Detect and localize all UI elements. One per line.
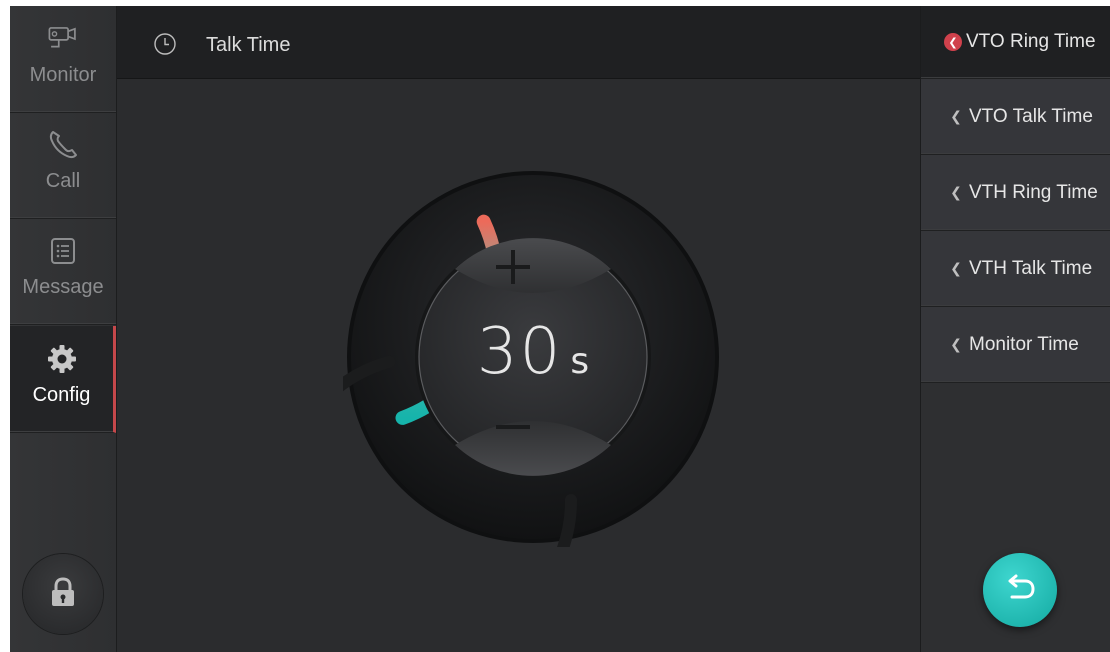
camera-icon [46,22,80,56]
lock-icon [50,576,76,612]
talk-time-value: 30 s [343,315,723,389]
chevron-left-icon: ❮ [950,108,962,124]
sidebar-item-config[interactable]: Config [10,326,116,433]
sidebar-item-call[interactable]: Call [10,112,116,219]
settings-menu: ❮ VTO Ring Time ❮ VTO Talk Time ❮ VTH Ri… [920,6,1110,652]
message-list-icon [46,234,80,268]
lock-button[interactable] [23,554,103,634]
sidebar-item-label: Call [45,170,81,192]
page-header: Talk Time [117,6,920,79]
sidebar: Monitor Call Message Config [10,6,117,652]
increase-button[interactable] [493,247,573,297]
sidebar-item-label: Monitor [29,64,97,86]
chevron-left-icon: ❮ [944,33,962,51]
gear-icon [45,342,79,376]
talk-time-dial[interactable]: 30 s [343,167,723,547]
talk-time-number: 30 [476,315,563,389]
menu-item-vth-ring-time[interactable]: ❮ VTH Ring Time [921,155,1110,231]
back-arrow-icon [1003,573,1037,608]
phone-icon [46,128,80,162]
talk-time-unit: s [570,341,590,382]
sidebar-item-message[interactable]: Message [10,218,116,325]
menu-item-label: Monitor Time [969,333,1079,355]
chevron-left-icon: ❮ [950,184,962,200]
clock-icon [153,32,177,56]
menu-item-vto-ring-time[interactable]: ❮ VTO Ring Time [921,6,1110,79]
sidebar-item-label: Message [22,276,104,298]
menu-item-vth-talk-time[interactable]: ❮ VTH Talk Time [921,231,1110,307]
decrease-button[interactable] [493,417,573,467]
menu-item-monitor-time[interactable]: ❮ Monitor Time [921,307,1110,383]
menu-item-label: VTO Ring Time [966,31,1096,52]
sidebar-item-label: Config [32,384,91,406]
chevron-left-icon: ❮ [950,260,962,276]
config-screen: Monitor Call Message Config Talk Time 30… [10,6,1110,652]
back-button[interactable] [983,553,1057,627]
menu-item-label: VTO Talk Time [969,105,1093,127]
main-panel: 30 s [117,79,920,652]
page-title: Talk Time [206,34,291,56]
sidebar-item-monitor[interactable]: Monitor [10,6,116,113]
menu-item-vto-talk-time[interactable]: ❮ VTO Talk Time [921,79,1110,155]
menu-item-label: VTH Talk Time [969,257,1093,279]
chevron-left-icon: ❮ [950,336,962,352]
menu-item-label: VTH Ring Time [969,181,1098,203]
